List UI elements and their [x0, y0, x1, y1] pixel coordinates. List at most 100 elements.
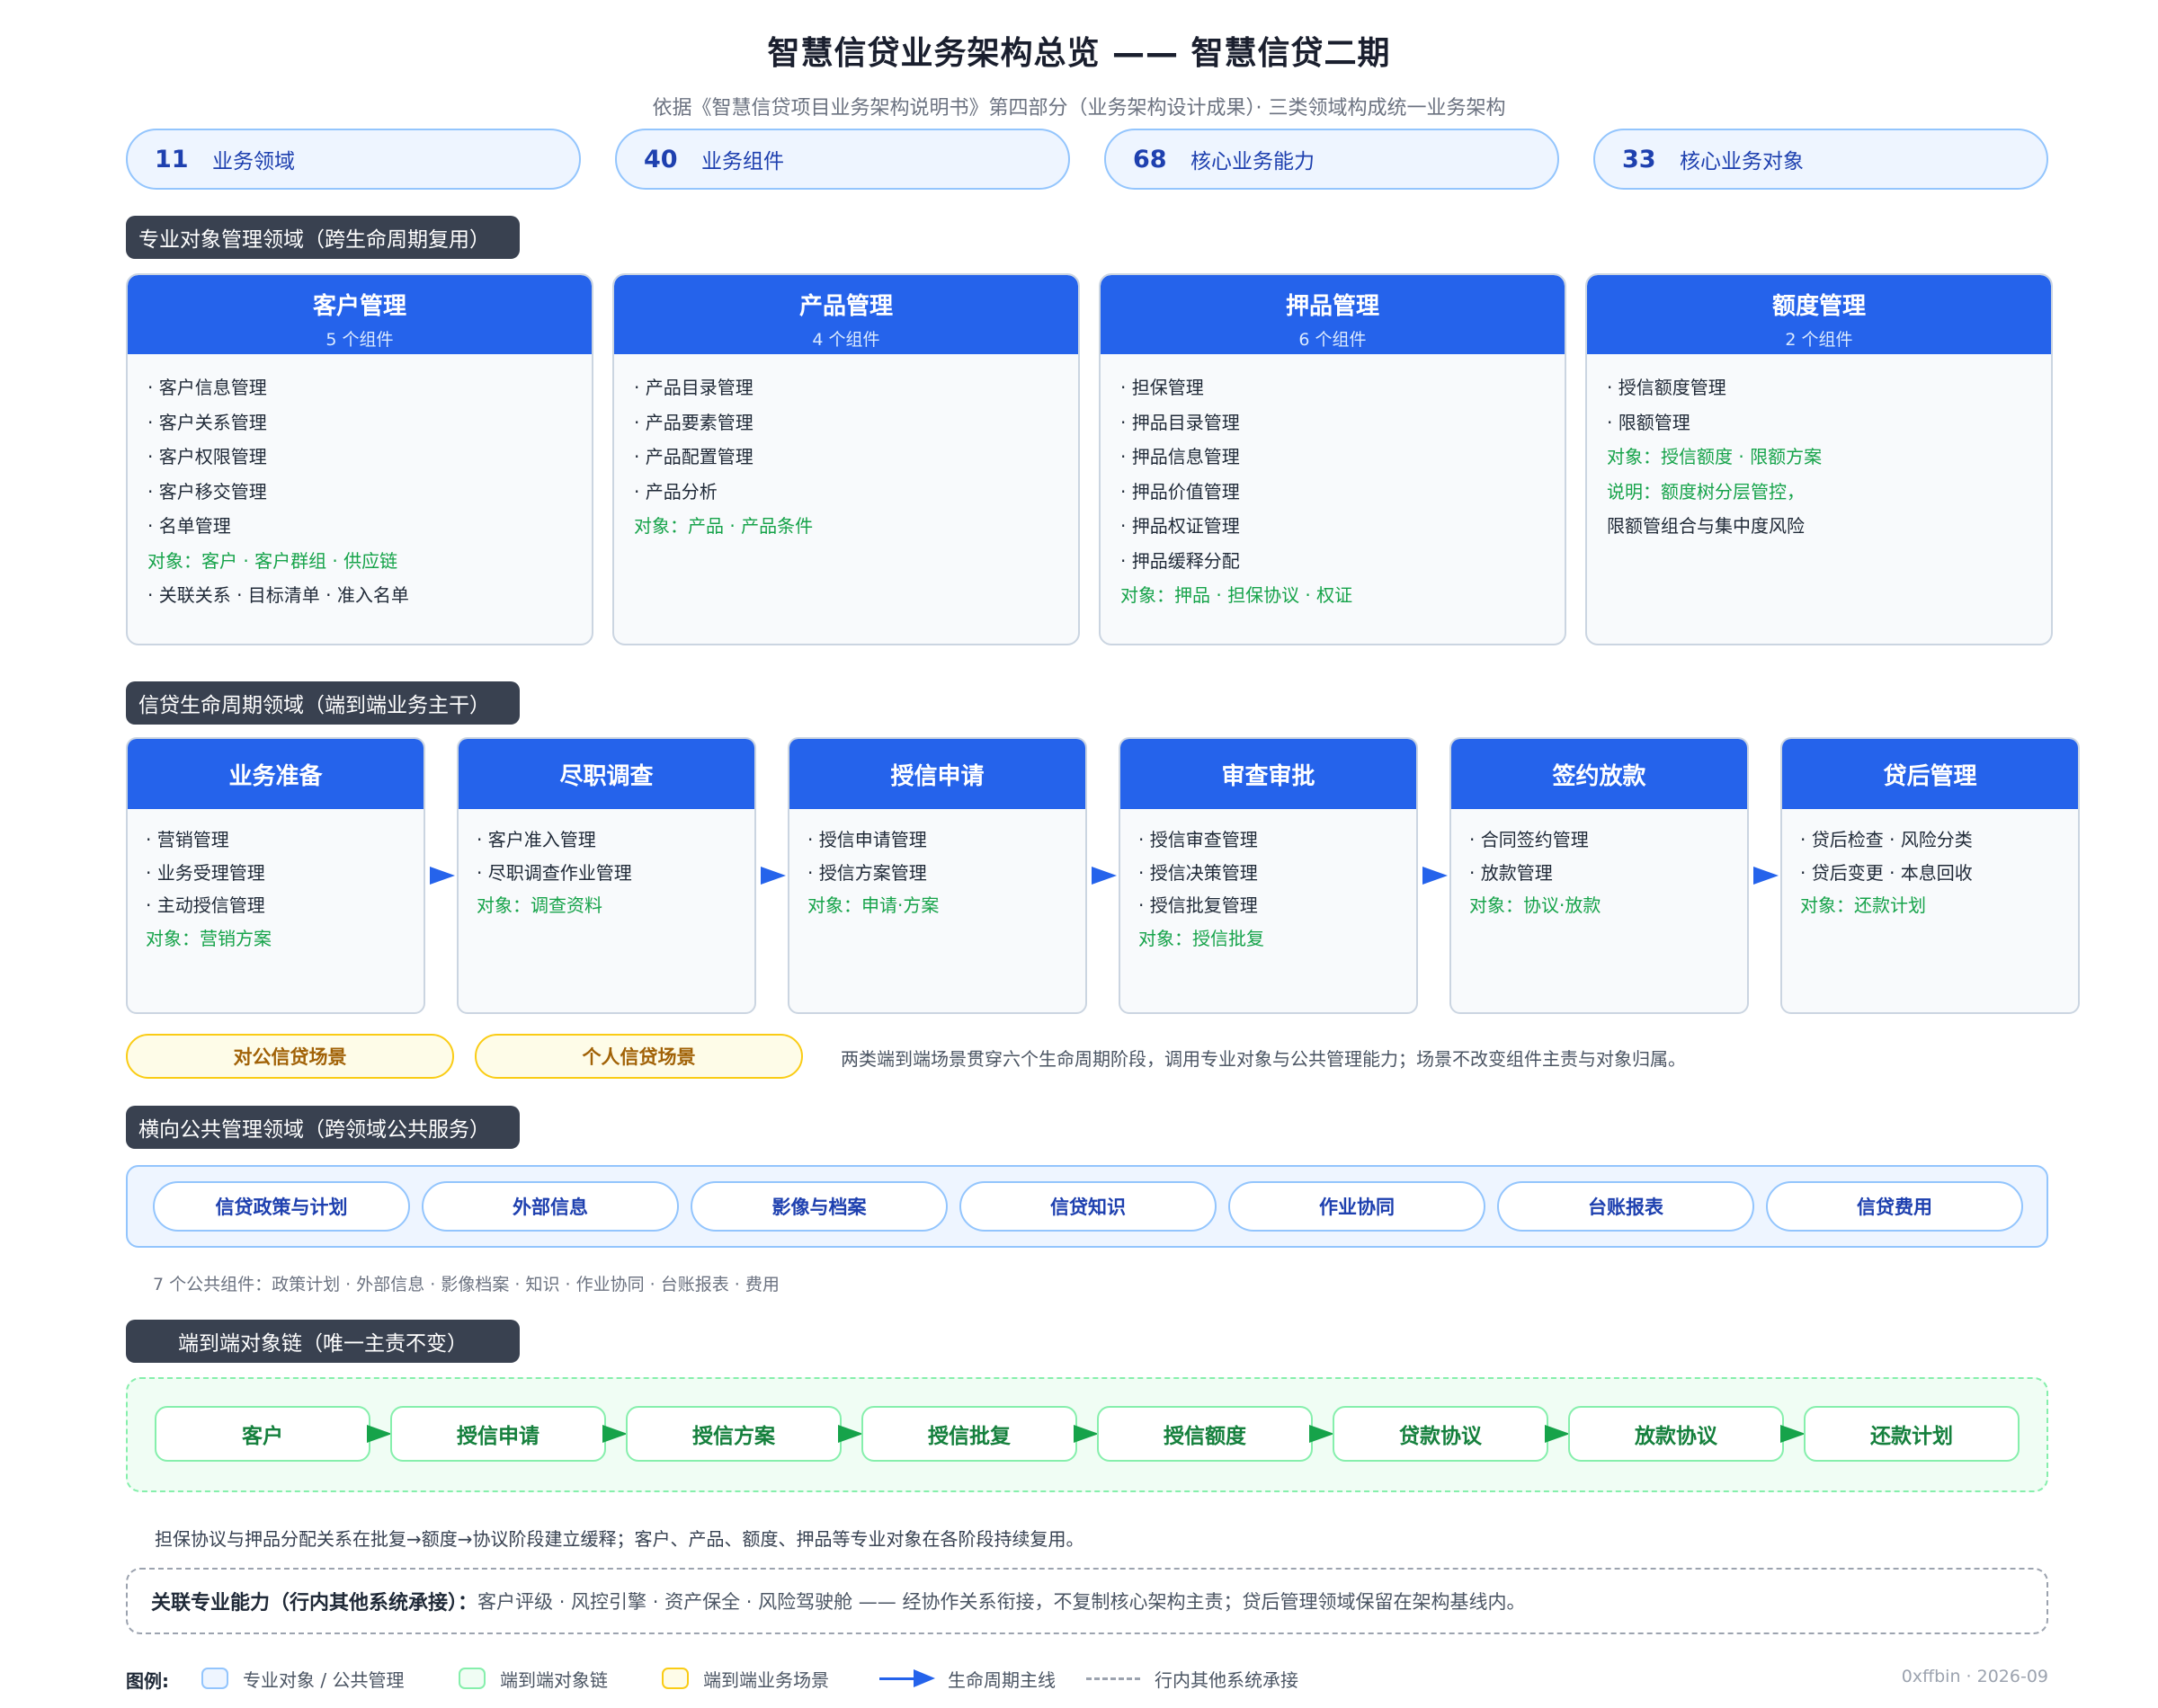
stat-number: 33: [1622, 145, 1656, 173]
object-line: 对象：营销方案: [146, 927, 272, 949]
legend-label: 端到端业务场景: [703, 1668, 829, 1691]
chain-object-pill: 客户: [155, 1406, 370, 1462]
footer-credit: 0xffbin · 2026-09: [1901, 1667, 2048, 1686]
domain-card-header: 押品管理 6 个组件: [1101, 275, 1565, 354]
component-item: · 押品权证管理: [1120, 515, 1240, 537]
component-item: · 产品分析: [634, 480, 718, 503]
object-line: 对象：协议·放款: [1469, 894, 1601, 916]
note-line: 限额管组合与集中度风险: [1607, 515, 1805, 537]
domain-component-count: 5 个组件: [325, 330, 394, 350]
component-item: · 客户权限管理: [147, 446, 267, 467]
component-item: · 营销管理: [146, 829, 229, 850]
stat-pill-capabilities: 68 核心业务能力: [1104, 129, 1559, 190]
component-item: · 押品目录管理: [1120, 411, 1240, 433]
domain-component-count: 4 个组件: [812, 330, 880, 350]
component-item: · 尽职调查作业管理: [477, 861, 632, 884]
public-component-pill: 台账报表: [1497, 1181, 1754, 1232]
component-item: · 押品价值管理: [1120, 480, 1240, 503]
component-item: · 产品配置管理: [634, 446, 754, 467]
chain-arrow-icon: [838, 1425, 863, 1443]
stage-card-approval: 审查审批 · 授信审查管理 · 授信决策管理 · 授信批复管理 对象：授信批复: [1119, 737, 1418, 1014]
public-component-pill: 影像与档案: [691, 1181, 948, 1232]
domain-card-header: 产品管理 4 个组件: [614, 275, 1078, 354]
stat-number: 68: [1133, 145, 1167, 173]
chain-note: 担保协议与押品分配关系在批复→额度→协议阶段建立缓释；客户、产品、额度、押品等专…: [155, 1528, 1084, 1550]
domain-card-body: · 授信额度管理 · 限额管理对象：授信额度 · 限额方案 说明：额度树分层管控， 限…: [1587, 354, 2051, 544]
component-item: · 客户移交管理: [147, 480, 267, 503]
associated-text: 客户评级 · 风控引擎 · 资产保全 · 风险驾驶舱 —— 经协作关系衔接，不复…: [477, 1591, 1526, 1613]
domain-component-count: 6 个组件: [1298, 330, 1367, 350]
component-item: · 押品缓释分配: [1120, 549, 1240, 572]
legend-swatch-yellow-icon: [662, 1668, 689, 1689]
legend-item-green: 端到端对象链: [459, 1665, 608, 1692]
domain-name: 押品管理: [1285, 293, 1379, 320]
legend-swatch-blue-icon: [201, 1668, 228, 1689]
public-component-pill: 外部信息: [422, 1181, 679, 1232]
page-subtitle: 依据《智慧信贷项目业务架构说明书》第四部分（业务架构设计成果）· 三类领域构成统…: [652, 97, 1506, 120]
stage-name: 尽职调查: [459, 739, 754, 809]
legend-item-blue: 专业对象 / 公共管理: [201, 1665, 404, 1692]
object-line: 对象：押品 · 担保协议 · 权证: [1120, 584, 1353, 606]
legend-label: 生命周期主线: [948, 1668, 1056, 1691]
legend-swatch-green-icon: [459, 1668, 486, 1689]
stat-label: 核心业务对象: [1680, 150, 1804, 173]
component-item: · 关联关系 · 目标清单 · 准入名单: [147, 584, 409, 606]
section-label-public: 横向公共管理领域（跨领域公共服务）: [126, 1106, 520, 1149]
stat-pill-domains: 11 业务领域: [126, 129, 581, 190]
component-item: · 限额管理: [1607, 411, 1690, 433]
stat-number: 40: [644, 145, 678, 173]
object-line: 对象：客户 · 客户群组 · 供应链: [147, 549, 398, 572]
legend: 图例: 专业对象 / 公共管理 端到端对象链 端到端业务场景 生命周期主线 行内…: [126, 1665, 2048, 1694]
associated-label: 关联专业能力（行内其他系统承接）：: [151, 1592, 478, 1615]
domain-card-body: · 客户信息管理 · 客户关系管理 · 客户权限管理 · 客户移交管理 · 名单管理 对象…: [128, 354, 592, 613]
section-label-professional: 专业对象管理领域（跨生命周期复用）: [126, 216, 520, 259]
domain-card-collateral: 押品管理 6 个组件 · 担保管理 · 押品目录管理 · 押品信息管理 · 押品价值管…: [1099, 273, 1566, 645]
chain-object-pill: 授信方案: [626, 1406, 842, 1462]
domain-card-customer: 客户管理 5 个组件 · 客户信息管理 · 客户关系管理 · 客户权限管理 · 客户移…: [126, 273, 593, 645]
stage-name: 业务准备: [128, 739, 424, 809]
component-item: · 授信审查管理: [1138, 829, 1258, 850]
object-line: 对象：产品 · 产品条件: [634, 515, 814, 537]
associated-capabilities-box: 关联专业能力（行内其他系统承接）： 客户评级 · 风控引擎 · 资产保全 · 风…: [126, 1568, 2048, 1634]
chain-arrow-icon: [367, 1425, 392, 1443]
stats-bar: 11 业务领域 40 业务组件 68 核心业务能力 33 核心业务对象: [126, 129, 2048, 190]
object-line: 说明：额度树分层管控，: [1607, 480, 1805, 503]
component-item: · 授信额度管理: [1607, 377, 1726, 398]
domain-name: 产品管理: [798, 293, 893, 320]
legend-item-dashed: 行内其他系统承接: [1086, 1665, 1298, 1692]
legend-dashed-line-icon: [1086, 1677, 1140, 1680]
chain-arrow-icon: [1780, 1425, 1806, 1443]
component-item: · 名单管理: [147, 515, 231, 537]
chain-arrow-icon: [1545, 1425, 1570, 1443]
scene-note: 两类端到端场景贯穿六个生命周期阶段，调用专业对象与公共管理能力；场景不改变组件主…: [841, 1048, 1686, 1070]
stat-number: 11: [155, 145, 189, 173]
component-item: · 押品信息管理: [1120, 446, 1240, 467]
object-line: 对象：授信额度 · 限额方案: [1607, 446, 1823, 467]
legend-label: 端到端对象链: [500, 1668, 608, 1691]
public-component-pill: 作业协同: [1228, 1181, 1485, 1232]
stat-pill-objects: 33 核心业务对象: [1593, 129, 2048, 190]
public-component-pill: 信贷政策与计划: [153, 1181, 410, 1232]
chain-object-pill: 授信申请: [390, 1406, 606, 1462]
domain-name: 额度管理: [1771, 293, 1866, 320]
object-line: 对象：还款计划: [1800, 894, 1926, 916]
chain-object-pill: 授信批复: [861, 1406, 1077, 1462]
stage-card-body: · 授信审查管理 · 授信决策管理 · 授信批复管理 对象：授信批复: [1120, 809, 1416, 955]
lifecycle-arrow-icon: [430, 867, 455, 885]
component-item: · 贷后检查 · 风险分类: [1800, 829, 1973, 850]
chain-object-pill: 放款协议: [1568, 1406, 1784, 1462]
stage-name: 授信申请: [789, 739, 1085, 809]
lifecycle-arrow-icon: [1753, 867, 1779, 885]
stage-card-body: · 客户准入管理 · 尽职调查作业管理 对象：调查资料: [459, 809, 754, 922]
section-label-lifecycle: 信贷生命周期领域（端到端业务主干）: [126, 681, 520, 725]
stage-card-signing: 签约放款 · 合同签约管理 · 放款管理 对象：协议·放款: [1449, 737, 1749, 1014]
public-components-note: 7 个公共组件：政策计划 · 外部信息 · 影像档案 · 知识 · 作业协同 ·…: [153, 1275, 780, 1294]
component-item: · 授信决策管理: [1138, 861, 1258, 884]
component-item: · 授信申请管理: [807, 829, 927, 850]
legend-item-yellow: 端到端业务场景: [662, 1665, 829, 1692]
object-line: 对象：授信批复: [1138, 927, 1264, 949]
scene-pill-personal: 个人信贷场景: [475, 1034, 803, 1079]
domain-card-product: 产品管理 4 个组件 · 产品目录管理 · 产品要素管理 · 产品配置管理 · 产品分…: [612, 273, 1080, 645]
domain-card-header: 客户管理 5 个组件: [128, 275, 592, 354]
page-title: 智慧信贷业务架构总览 —— 智慧信贷二期: [767, 35, 1391, 72]
